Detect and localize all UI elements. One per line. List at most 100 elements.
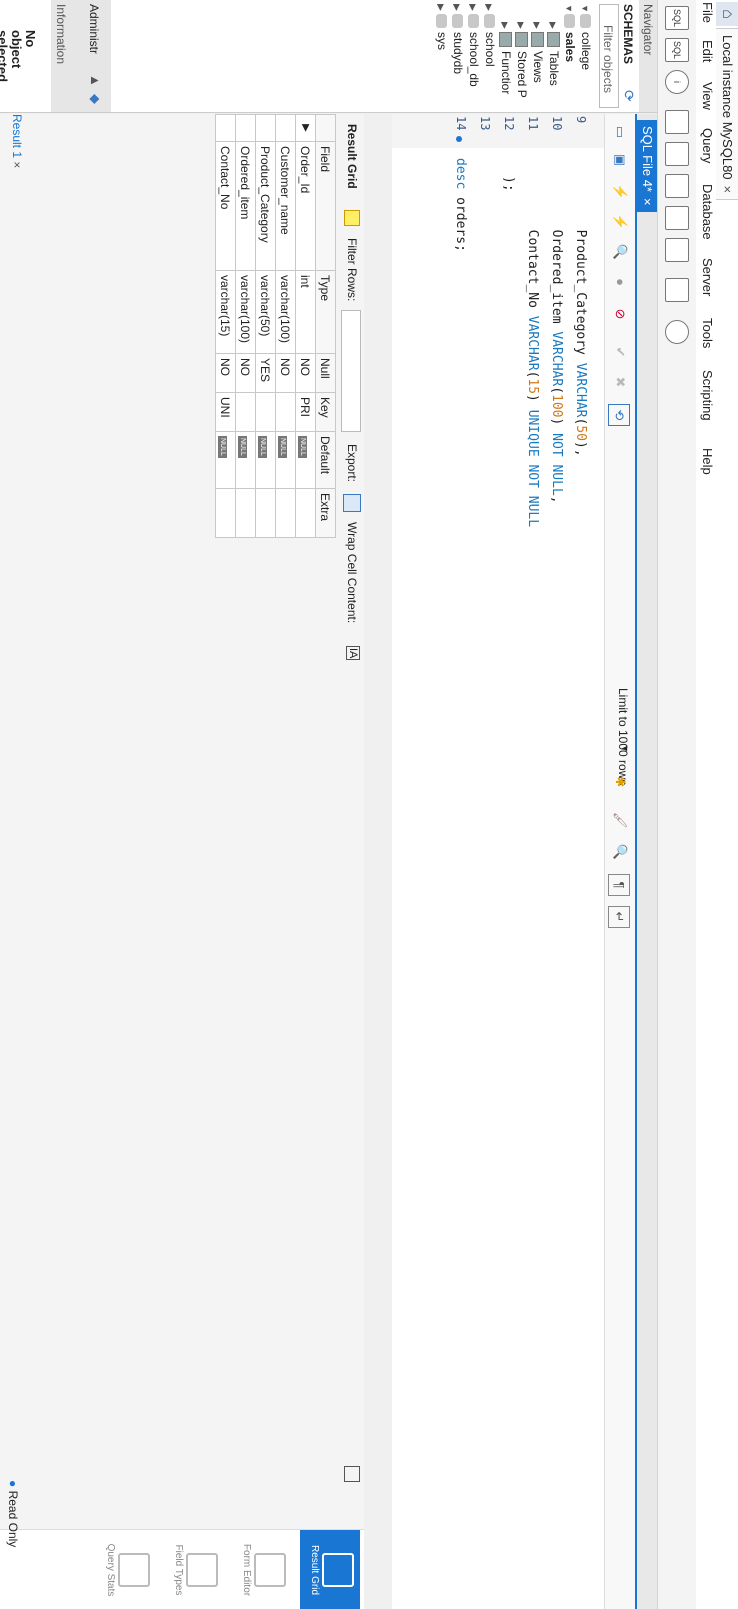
result-grid[interactable]: Field Type Null Key Default Extra ▶ Orde… [215, 114, 336, 538]
chevron-right-icon[interactable]: ▶ [467, 4, 478, 14]
tree-item-college[interactable]: ▼ college [578, 4, 593, 70]
col-header-field[interactable]: Field [315, 141, 336, 271]
cell-default[interactable]: NULL [295, 431, 316, 489]
result-grid-button[interactable]: Result Grid [300, 1530, 360, 1609]
auto-commit-icon[interactable]: ⟲ [608, 404, 630, 426]
menu-edit[interactable]: Edit [700, 40, 715, 62]
search-table-data-icon[interactable] [665, 278, 689, 302]
sql-editor[interactable]: 9 10 11 12 13 14 Product_Category VARCHA… [392, 114, 604, 1609]
tree-item-studydb[interactable]: ▶ studydb [450, 4, 465, 74]
tree-item-sys[interactable]: ▶ sys [434, 4, 449, 50]
cell-field[interactable]: Customer_name [275, 141, 296, 271]
col-header-default[interactable]: Default [315, 431, 336, 489]
cell-null[interactable]: NO [235, 353, 256, 393]
menu-view[interactable]: View [700, 82, 715, 110]
cell-type[interactable]: varchar(50) [255, 270, 276, 354]
tree-item-sales[interactable]: ▼ sales [562, 4, 577, 62]
open-file-icon[interactable]: ▭ [610, 122, 630, 142]
filter-objects-input[interactable]: Filter objects [599, 4, 619, 108]
table-row[interactable]: ▶ Order_Id int NO PRI NULL [295, 114, 316, 538]
stop-icon[interactable]: ● [610, 272, 630, 292]
cell-default[interactable]: NULL [275, 431, 296, 489]
menu-database[interactable]: Database [700, 184, 715, 240]
chevron-down-icon[interactable]: ▼ [580, 4, 590, 14]
cell-field[interactable]: Order_Id [295, 141, 316, 271]
cell-default[interactable]: NULL [255, 431, 276, 489]
rollback-icon[interactable]: ✖ [610, 372, 630, 392]
col-header-type[interactable]: Type [315, 270, 336, 354]
cell-field[interactable]: Product_Category [255, 141, 276, 271]
col-header-extra[interactable]: Extra [315, 488, 336, 538]
close-tab-icon[interactable]: × [640, 198, 655, 206]
export-icon[interactable] [343, 494, 361, 512]
explain-icon[interactable]: 🔍 [610, 242, 630, 262]
wrap-cell-icon[interactable]: IA [346, 646, 360, 661]
cell-null[interactable]: YES [255, 353, 276, 393]
cell-field[interactable]: Contact_No [215, 141, 236, 271]
cell-key[interactable] [235, 392, 256, 432]
chevron-right-icon[interactable]: ▶ [483, 4, 494, 14]
reconnect-icon[interactable] [665, 320, 689, 344]
inspector-icon[interactable]: i [665, 70, 689, 94]
beautify-icon[interactable]: ✱ [610, 772, 630, 792]
col-header-key[interactable]: Key [315, 392, 336, 432]
chevron-right-icon[interactable]: ▶ [531, 22, 542, 32]
close-icon[interactable]: × [10, 161, 24, 168]
cell-extra[interactable] [255, 488, 276, 538]
row-selector[interactable] [255, 114, 276, 142]
chevron-right-icon[interactable]: ▶ [435, 4, 446, 14]
cell-extra[interactable] [215, 488, 236, 538]
tree-item-views[interactable]: ▶ Views [530, 22, 545, 83]
commit-icon[interactable]: ✔ [610, 342, 630, 362]
row-selector[interactable] [215, 114, 236, 142]
menu-query[interactable]: Query [700, 128, 715, 163]
menu-tools[interactable]: Tools [700, 318, 715, 348]
create-table-icon[interactable] [665, 142, 689, 166]
chevron-down-icon[interactable]: ▼ [620, 744, 630, 753]
close-icon[interactable]: × [720, 186, 735, 194]
cell-key[interactable] [275, 392, 296, 432]
chevron-right-icon[interactable]: ▶ [547, 22, 558, 32]
cell-key[interactable] [255, 392, 276, 432]
chevron-right-icon[interactable]: ▶ [515, 22, 526, 32]
table-row[interactable]: Product_Category varchar(50) YES NULL [255, 114, 276, 538]
create-procedure-icon[interactable] [665, 206, 689, 230]
cell-extra[interactable] [295, 488, 316, 538]
tree-item-school[interactable]: ▶ school [482, 4, 497, 67]
administration-tab[interactable]: Administr [87, 4, 101, 54]
table-row[interactable]: Customer_name varchar(100) NO NULL [275, 114, 296, 538]
table-row[interactable]: Ordered_item varchar(100) NO NULL [235, 114, 256, 538]
toggle-error-icon[interactable]: ⊘ [610, 304, 630, 324]
arrow-down-icon[interactable]: ◆ [87, 94, 103, 104]
row-selector[interactable] [275, 114, 296, 142]
row-current-marker-icon[interactable]: ▶ [295, 114, 316, 142]
cell-field[interactable]: Ordered_item [235, 141, 256, 271]
create-schema-icon[interactable] [665, 110, 689, 134]
arrow-up-icon[interactable]: ▲ [88, 74, 103, 87]
menu-help[interactable]: Help [700, 448, 715, 475]
cell-null[interactable]: NO [295, 353, 316, 393]
menu-scripting[interactable]: Scripting [700, 370, 715, 421]
result-1-tab[interactable]: Result 1 × [10, 114, 24, 168]
tree-item-stored-procedures[interactable]: ▶ Stored P [514, 22, 529, 98]
create-view-icon[interactable] [665, 174, 689, 198]
menu-server[interactable]: Server [700, 258, 715, 296]
chevron-right-icon[interactable]: ▶ [451, 4, 462, 14]
cell-null[interactable]: NO [215, 353, 236, 393]
query-stats-button[interactable]: Query Stats [96, 1530, 156, 1609]
wrap-icon[interactable]: ↵ [608, 906, 630, 928]
open-sql-script-icon[interactable]: SQL [665, 38, 689, 62]
cell-extra[interactable] [275, 488, 296, 538]
table-row[interactable]: Contact_No varchar(15) NO UNI NULL [215, 114, 236, 538]
cell-null[interactable]: NO [275, 353, 296, 393]
tab-sql-file-4[interactable]: SQL File 4* × [637, 120, 657, 212]
chevron-right-icon[interactable]: ▶ [499, 22, 510, 32]
execute-current-icon[interactable]: ⚡ [610, 212, 630, 232]
chevron-down-icon[interactable]: ▼ [564, 4, 574, 14]
invisible-chars-icon[interactable]: ¶ [608, 874, 630, 896]
cell-key[interactable]: UNI [215, 392, 236, 432]
tree-item-school-db[interactable]: ▶ school_db [466, 4, 481, 87]
connection-tab[interactable]: Local instance MySQL80 × [716, 28, 738, 201]
field-types-button[interactable]: Field Types [164, 1530, 224, 1609]
cell-extra[interactable] [235, 488, 256, 538]
